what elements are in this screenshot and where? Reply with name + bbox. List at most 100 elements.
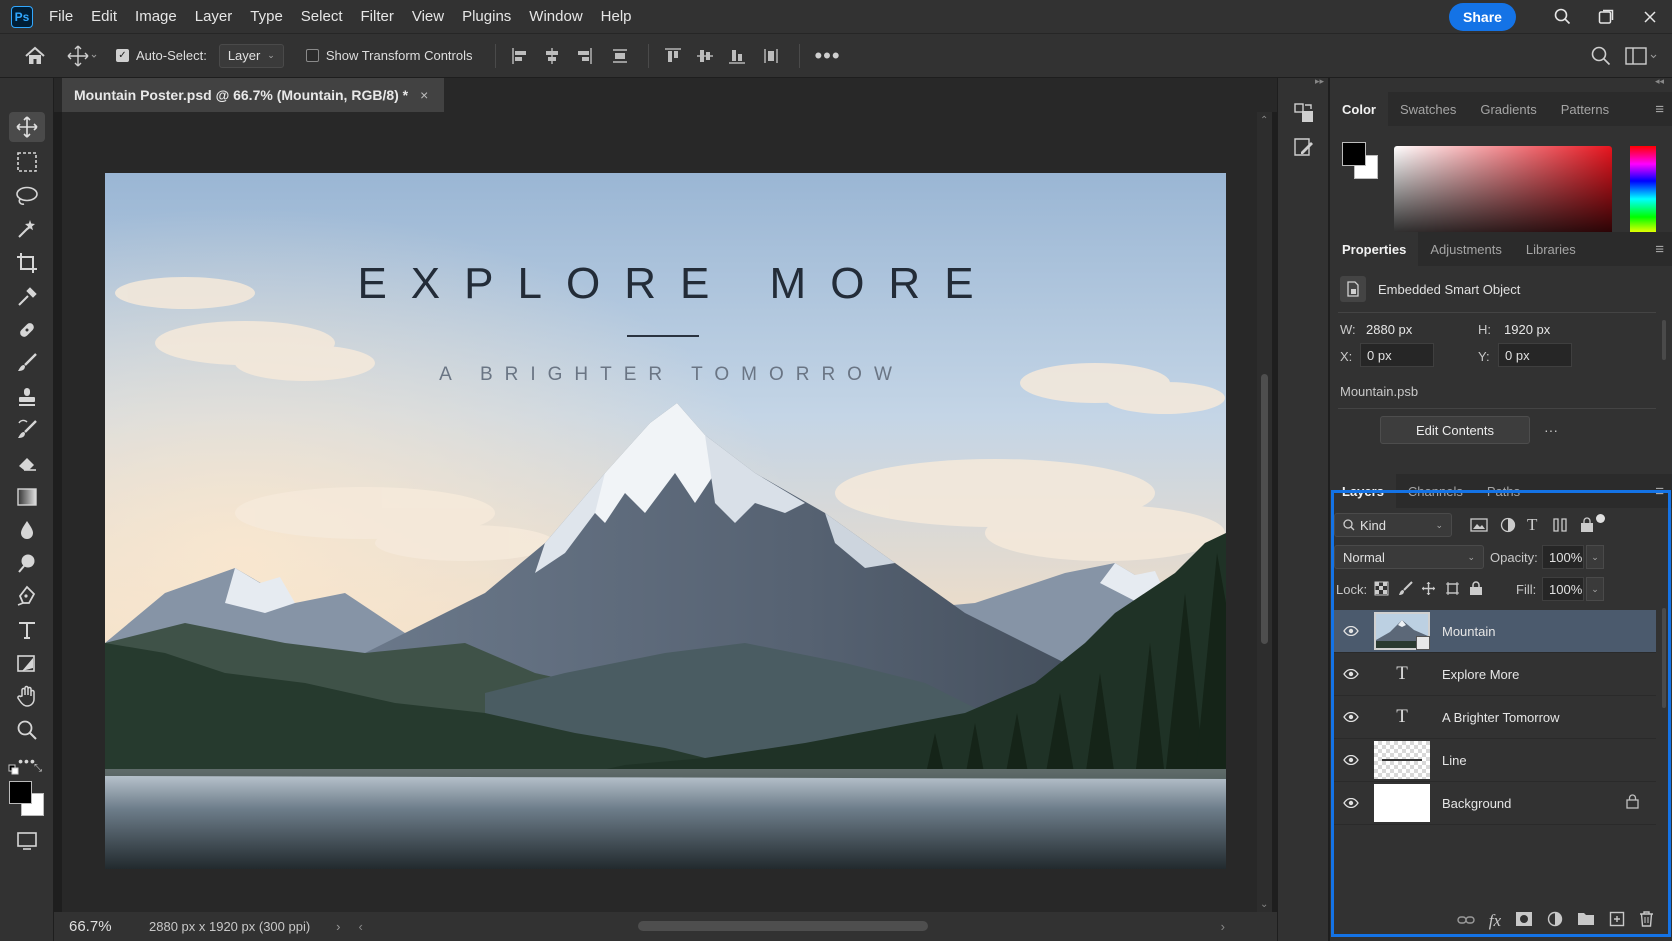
home-icon[interactable] [14,46,56,66]
layer-row-mountain[interactable]: Mountain [1334,610,1656,653]
properties-panel-icon[interactable] [1291,134,1317,160]
filter-smart-objects-icon[interactable] [1579,517,1595,536]
y-position-field[interactable]: 0 px [1498,343,1572,367]
new-adjustment-layer-icon[interactable] [1547,911,1563,932]
opacity-slider-toggle[interactable]: ⌄ [1586,545,1604,569]
menu-layer[interactable]: Layer [195,8,233,25]
lock-icon[interactable] [1626,794,1656,812]
lock-all-icon[interactable] [1469,580,1483,599]
close-tab-icon[interactable]: × [420,87,428,103]
document-canvas[interactable]: EXPLORE MORE A BRIGHTER TOMORROW [105,173,1226,869]
distribute-horizontal-icon[interactable] [600,47,640,65]
align-horizontal-centers-icon[interactable] [536,47,568,65]
scroll-down-icon[interactable]: ⌄ [1260,899,1268,910]
layer-row-line[interactable]: Line [1334,739,1656,782]
more-options-icon[interactable]: ··· [1544,422,1558,438]
history-brush-tool-icon[interactable] [9,415,45,445]
menu-help[interactable]: Help [601,8,632,25]
search-icon[interactable] [1584,46,1618,66]
collapse-panels-icon[interactable]: ▸▸ [1315,76,1324,87]
add-layer-mask-icon[interactable] [1515,911,1533,932]
blur-tool-icon[interactable] [9,515,45,545]
hand-tool-icon[interactable] [9,681,45,711]
move-tool-preset-icon[interactable] [62,45,102,67]
menu-view[interactable]: View [412,8,444,25]
workspace-switcher-icon[interactable] [1618,46,1666,65]
align-bottom-edges-icon[interactable] [721,47,753,65]
link-layers-icon[interactable] [1457,912,1475,930]
width-value[interactable]: 2880 px [1366,322,1412,337]
foreground-color-swatch[interactable] [9,781,32,804]
tab-paths[interactable]: Paths [1475,474,1532,508]
new-group-folder-icon[interactable] [1577,911,1595,931]
fill-slider-toggle[interactable]: ⌄ [1586,577,1604,601]
visibility-eye-icon[interactable] [1334,798,1368,808]
collapse-dock-icon[interactable]: ◂◂ [1655,76,1664,87]
panel-menu-icon[interactable]: ≡ [1655,241,1664,258]
tab-gradients[interactable]: Gradients [1468,92,1548,126]
arrange-window-icon[interactable] [1584,0,1628,33]
filter-adjustment-layers-icon[interactable] [1500,517,1516,536]
menu-plugins[interactable]: Plugins [462,8,511,25]
default-colors-icon[interactable] [8,764,20,776]
layer-row-explore-more[interactable]: T Explore More [1334,653,1656,696]
menu-image[interactable]: Image [135,8,177,25]
visibility-eye-icon[interactable] [1334,626,1368,636]
document-tab[interactable]: Mountain Poster.psd @ 66.7% (Mountain, R… [62,78,444,112]
lock-position-icon[interactable] [1421,581,1436,599]
zoom-level[interactable]: 66.7% [54,918,120,935]
edit-contents-button[interactable]: Edit Contents [1380,416,1530,444]
tab-swatches[interactable]: Swatches [1388,92,1468,126]
zoom-tool-icon[interactable] [9,715,45,745]
lock-artboard-icon[interactable] [1445,581,1460,599]
visibility-eye-icon[interactable] [1334,669,1368,679]
menu-edit[interactable]: Edit [91,8,117,25]
close-window-icon[interactable] [1628,0,1672,33]
layer-style-fx-icon[interactable]: fx [1489,911,1501,931]
auto-select-checkbox[interactable]: ✓ [116,49,129,62]
swap-colors-icon[interactable]: ⤡ [34,763,46,775]
layer-row-background[interactable]: Background [1334,782,1656,825]
menu-filter[interactable]: Filter [361,8,394,25]
filter-shape-layers-icon[interactable] [1552,517,1568,536]
foreground-color-swatch[interactable] [1342,142,1366,166]
marquee-tool-icon[interactable] [9,147,45,177]
fill-field[interactable]: 100% [1542,577,1584,601]
tab-patterns[interactable]: Patterns [1549,92,1621,126]
scroll-left-icon[interactable]: ‹ [359,919,363,934]
panel-menu-icon[interactable]: ≡ [1655,483,1664,500]
crop-tool-icon[interactable] [9,248,45,278]
menu-file[interactable]: File [49,8,73,25]
layer-row-a-brighter-tomorrow[interactable]: T A Brighter Tomorrow [1334,696,1656,739]
new-layer-icon[interactable] [1609,911,1625,932]
layer-filter-kind-dropdown[interactable]: Kind ⌄ [1334,513,1452,537]
tab-properties[interactable]: Properties [1330,232,1419,266]
show-transform-controls-checkbox[interactable] [305,49,319,62]
menu-window[interactable]: Window [529,8,582,25]
pen-tool-icon[interactable] [9,581,45,611]
panel-scrollbar[interactable] [1662,320,1666,360]
photoshop-logo-icon[interactable]: Ps [11,5,33,28]
tab-channels[interactable]: Channels [1396,474,1475,508]
tab-libraries[interactable]: Libraries [1514,232,1588,266]
tab-layers[interactable]: Layers [1330,474,1396,508]
auto-select-target-dropdown[interactable]: Layer ⌄ [218,43,284,68]
scroll-right-icon[interactable]: › [1221,919,1225,934]
x-position-field[interactable]: 0 px [1360,343,1434,367]
search-icon[interactable] [1540,0,1584,33]
align-left-edges-icon[interactable] [504,47,536,65]
delete-layer-trash-icon[interactable] [1639,910,1654,932]
tab-color[interactable]: Color [1330,92,1388,126]
filter-pixel-layers-icon[interactable] [1470,517,1488,536]
filter-type-layers-icon[interactable]: T [1527,515,1537,535]
align-vertical-centers-icon[interactable] [689,47,721,65]
blend-mode-dropdown[interactable]: Normal ⌄ [1334,545,1484,569]
history-panel-icon[interactable] [1291,100,1317,126]
align-right-edges-icon[interactable] [568,47,600,65]
horizontal-scroll-thumb[interactable] [638,921,928,931]
eyedropper-tool-icon[interactable] [9,282,45,312]
eraser-tool-icon[interactable] [9,448,45,478]
tab-adjustments[interactable]: Adjustments [1418,232,1514,266]
lasso-tool-icon[interactable] [9,181,45,211]
object-selection-tool-icon[interactable] [9,214,45,244]
